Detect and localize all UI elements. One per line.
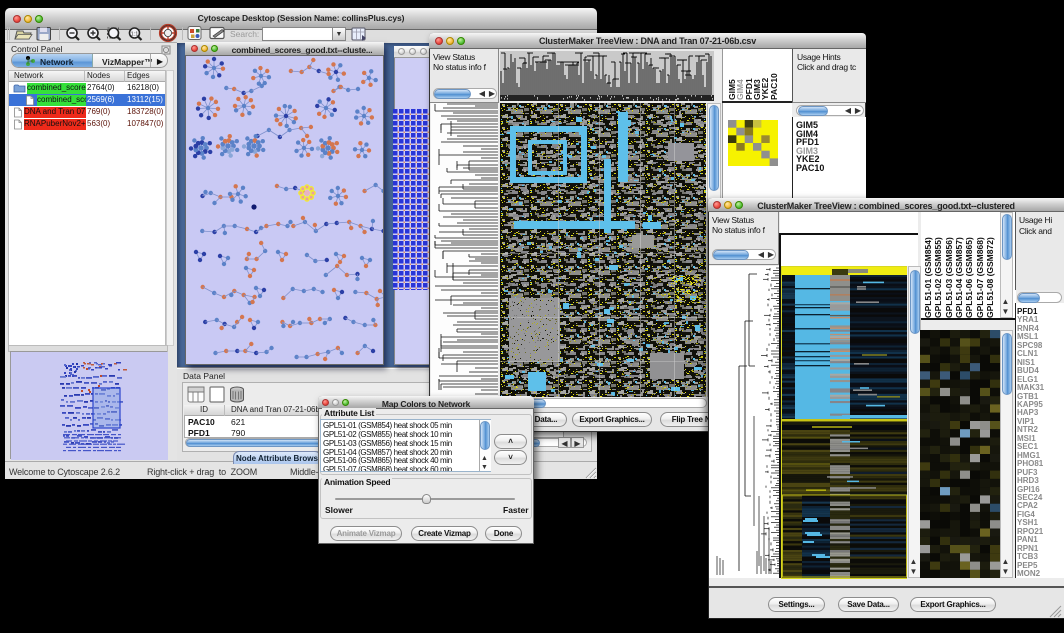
svg-text:1:1: 1:1 <box>131 32 139 38</box>
